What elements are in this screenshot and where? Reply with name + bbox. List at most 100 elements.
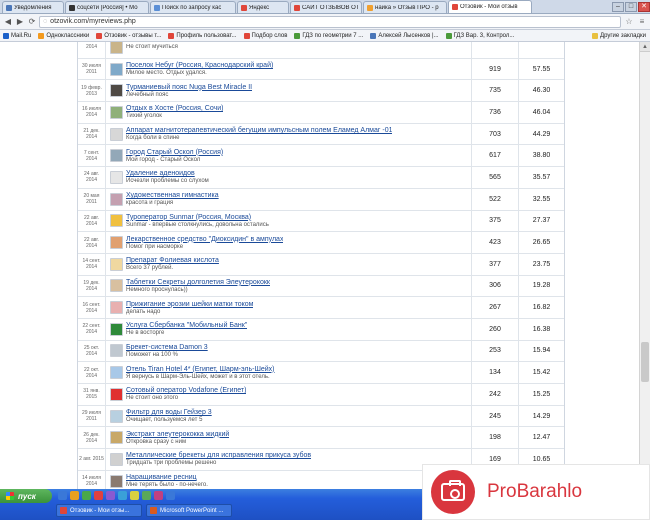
- review-subtitle: красота и грация: [126, 200, 174, 207]
- review-text: Таблетки Секреты долголетия Элеутерококк…: [126, 278, 270, 294]
- bookmark-4[interactable]: Подбор слов: [243, 32, 287, 39]
- review-thumbnail[interactable]: [110, 474, 123, 488]
- review-thumbnail[interactable]: [110, 84, 123, 98]
- review-title-link[interactable]: Брекет-система Damon 3: [126, 343, 208, 352]
- bookmark-2[interactable]: Отзовик - отзывы т...: [96, 32, 161, 39]
- review-cell: Прижигание эрозии шейки матки током делат…: [106, 297, 472, 318]
- review-title-link[interactable]: Наращивание ресниц: [126, 473, 208, 482]
- table-row: 22 сент. 2014 Услуга Сбербанка "Мобильный…: [78, 318, 564, 341]
- tab-strip: Уведомления соцсети [Россия] • Мо Поиск по…: [0, 0, 650, 14]
- review-title-link[interactable]: Экстракт элеутерококка жидкий: [126, 430, 229, 439]
- review-date: 31 янв. 2015: [78, 384, 106, 405]
- review-title-link[interactable]: Сотовый оператор Vodafone (Египет): [126, 386, 246, 395]
- review-thumbnail[interactable]: [110, 257, 123, 271]
- star-icon[interactable]: ☆: [624, 17, 634, 27]
- review-thumbnail[interactable]: [110, 452, 123, 466]
- review-thumbnail[interactable]: [110, 301, 123, 315]
- review-title-link[interactable]: Металлические брекеты для исправления пр…: [126, 451, 311, 460]
- bookmark-7[interactable]: ГДЗ Вар. 3, Контрол...: [445, 32, 514, 39]
- review-thumbnail[interactable]: [110, 431, 123, 445]
- review-thumbnail[interactable]: [110, 214, 123, 228]
- back-icon[interactable]: ◀: [3, 17, 13, 27]
- review-thumbnail[interactable]: [110, 127, 123, 141]
- bookmark-3[interactable]: Профиль пользоват...: [168, 32, 237, 39]
- quick-launch-icon[interactable]: [70, 491, 79, 500]
- review-thumbnail[interactable]: [110, 192, 123, 206]
- review-thumbnail[interactable]: [110, 344, 123, 358]
- review-text: Город Старый Оскол (Россия) Мой город - С…: [126, 148, 223, 164]
- bookmark-label: ГДЗ по геометрии 7 ...: [302, 32, 364, 39]
- bookmark-label: Одноклассники: [46, 32, 90, 39]
- bookmark-label: Алексей Лысенков |...: [378, 32, 439, 39]
- bookmark-5[interactable]: ГДЗ по геометрии 7 ...: [294, 32, 364, 39]
- review-title-link[interactable]: Аппарат магнитотерапевтический бегущим и…: [126, 126, 392, 135]
- quick-launch-icon[interactable]: [154, 491, 163, 500]
- review-thumbnail[interactable]: [110, 236, 123, 250]
- review-earnings: 32.55: [532, 195, 551, 203]
- review-thumbnail[interactable]: [110, 366, 123, 380]
- review-thumbnail[interactable]: [110, 105, 123, 119]
- quick-launch-icon[interactable]: [106, 491, 115, 500]
- vertical-scrollbar[interactable]: ▲ ▼: [639, 42, 650, 489]
- bookmark-6[interactable]: Алексей Лысенков |...: [370, 32, 439, 39]
- tab-3[interactable]: Яндекс: [237, 1, 289, 13]
- minimize-button[interactable]: –: [612, 2, 624, 12]
- review-title-link[interactable]: Препарат Фолиевая кислота: [126, 256, 219, 265]
- review-title-link[interactable]: Туроператор Sunmar (Россия, Москва): [126, 213, 269, 222]
- tab-0[interactable]: Уведомления: [2, 1, 64, 13]
- quick-launch-icon[interactable]: [130, 491, 139, 500]
- taskbar-window-browser[interactable]: Отзовик - Мои отзы...: [56, 504, 142, 517]
- review-earnings: 57.55: [532, 65, 551, 73]
- maximize-button[interactable]: □: [625, 2, 637, 12]
- bookmark-other[interactable]: Другие закладки: [592, 32, 646, 39]
- ad-banner[interactable]: ProBarahlo: [422, 464, 650, 520]
- forward-icon[interactable]: ▶: [15, 17, 25, 27]
- quick-launch: [58, 491, 178, 500]
- start-button[interactable]: пуск: [0, 489, 52, 503]
- review-title-link[interactable]: Турманиевый пояс Nuga Best Miracle II: [126, 83, 252, 92]
- review-title-link[interactable]: Удаление аденоидов: [126, 169, 209, 178]
- quick-launch-icon[interactable]: [142, 491, 151, 500]
- review-thumbnail[interactable]: [110, 409, 123, 423]
- briefcase-logo-icon: [431, 470, 475, 514]
- quick-launch-icon[interactable]: [166, 491, 175, 500]
- bookmark-0[interactable]: Mail.Ru: [3, 32, 31, 39]
- close-button[interactable]: ✕: [638, 2, 650, 12]
- review-thumbnail[interactable]: [110, 42, 123, 54]
- review-title-link[interactable]: Город Старый Оскол (Россия): [126, 148, 223, 157]
- tab-2[interactable]: Поиск по запросу кас: [150, 1, 236, 13]
- review-thumbnail[interactable]: [110, 149, 123, 163]
- quick-launch-icon[interactable]: [94, 491, 103, 500]
- review-date: 26 дек. 2014: [78, 427, 106, 449]
- taskbar-window-powerpoint[interactable]: Microsoft PowerPoint ...: [146, 504, 232, 517]
- review-thumbnail[interactable]: [110, 387, 123, 401]
- review-title-link[interactable]: Услуга Сбербанка "Мобильный Банк": [126, 321, 247, 330]
- review-title-link[interactable]: Поселок Небуг (Россия, Краснодарский кра…: [126, 61, 273, 70]
- tab-6[interactable]: Отзовик - Мои отзыв: [448, 0, 532, 13]
- scroll-thumb[interactable]: [641, 342, 649, 382]
- quick-launch-icon[interactable]: [58, 491, 67, 500]
- review-title-link[interactable]: Лекарственное средство "Диоксидин" в амп…: [126, 235, 283, 244]
- tab-1[interactable]: соцсети [Россия] • Мо: [65, 1, 149, 13]
- review-title-link[interactable]: Отель Tiran Hotel 4* (Египет, Шарм-эль-Ш…: [126, 365, 275, 374]
- review-title-link[interactable]: Таблетки Секреты долголетия Элеутерококк: [126, 278, 270, 287]
- review-thumbnail[interactable]: [110, 279, 123, 293]
- menu-icon[interactable]: ≡: [637, 17, 647, 27]
- tab-5[interactable]: найка » Отзыв ПРО - р: [363, 1, 447, 13]
- review-title-link[interactable]: Художественная гимнастика: [126, 191, 219, 200]
- quick-launch-icon[interactable]: [118, 491, 127, 500]
- page-info-icon[interactable]: ◌: [43, 18, 47, 25]
- url-input[interactable]: ◌ otzovik.com/myreviews.php: [39, 15, 621, 28]
- review-thumbnail[interactable]: [110, 322, 123, 336]
- review-thumbnail[interactable]: [110, 170, 123, 184]
- review-thumbnail[interactable]: [110, 62, 123, 76]
- review-date: 21 дек. 2014: [78, 123, 106, 145]
- review-title-link[interactable]: Прижигание эрозии шейки матки током: [126, 300, 253, 309]
- quick-launch-icon[interactable]: [82, 491, 91, 500]
- review-title-link[interactable]: Фильтр для воды Гейзер 3: [126, 408, 212, 417]
- reload-icon[interactable]: ⟳: [27, 17, 37, 27]
- scroll-up-icon[interactable]: ▲: [640, 42, 650, 52]
- bookmark-1[interactable]: Одноклассники: [38, 32, 90, 39]
- tab-4[interactable]: САЙТ ОТЗЫВОВ ОТЗО: [290, 1, 362, 13]
- table-row: 22 окт. 2014 Отель Tiran Hotel 4* (Египет…: [78, 362, 564, 384]
